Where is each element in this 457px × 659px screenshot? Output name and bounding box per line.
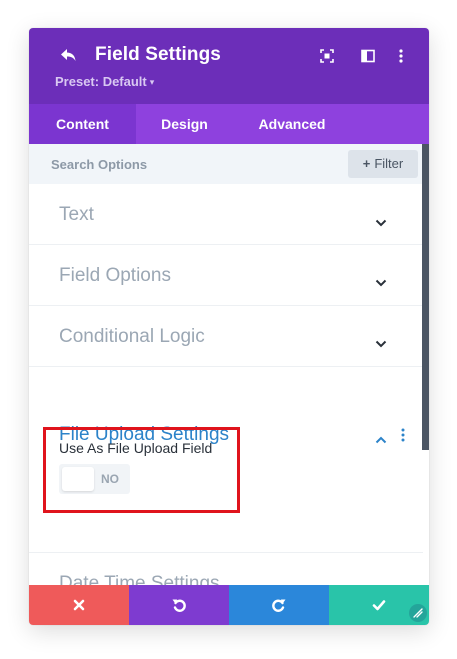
- redo-button[interactable]: [229, 585, 329, 625]
- section-title: Date Time Settings: [59, 573, 220, 585]
- redo-icon: [272, 599, 286, 612]
- tab-bar: Content Design Advanced: [29, 104, 429, 144]
- caret-down-icon: ▾: [149, 77, 155, 87]
- scrollbar[interactable]: [422, 144, 429, 450]
- toggle-knob: [62, 467, 94, 491]
- undo-icon: [172, 599, 186, 612]
- toggle-state: NO: [101, 472, 119, 486]
- search-bar: +Filter: [29, 144, 423, 184]
- tab-advanced[interactable]: Advanced: [233, 104, 351, 144]
- resize-icon: [413, 608, 423, 618]
- chevron-down-icon: [375, 335, 387, 348]
- section-title: Conditional Logic: [59, 326, 205, 347]
- modal-header: Field Settings Preset: Default ▾: [29, 28, 429, 104]
- chevron-down-icon: [375, 214, 387, 227]
- check-icon: [372, 600, 386, 611]
- section-conditional-logic[interactable]: Conditional Logic: [29, 306, 423, 367]
- section-date-time-settings[interactable]: Date Time Settings: [29, 553, 423, 585]
- chevron-down-icon: [375, 274, 387, 287]
- modal-title: Field Settings: [95, 44, 221, 65]
- tab-design[interactable]: Design: [136, 104, 233, 144]
- chevron-up-icon[interactable]: [375, 431, 387, 444]
- close-icon: [73, 599, 85, 611]
- more-vertical-icon[interactable]: [393, 48, 409, 64]
- filter-label: Filter: [374, 156, 404, 171]
- back-arrow-icon[interactable]: [57, 44, 81, 68]
- tab-content[interactable]: Content: [29, 104, 136, 144]
- preset-label: Preset: Default: [55, 74, 147, 89]
- resize-handle[interactable]: [409, 604, 427, 622]
- search-input[interactable]: [51, 152, 311, 176]
- more-vertical-icon[interactable]: [401, 428, 405, 442]
- section-field-options[interactable]: Field Options: [29, 245, 423, 306]
- section-title: Field Options: [59, 265, 171, 286]
- undo-button[interactable]: [129, 585, 229, 625]
- expand-icon[interactable]: [319, 48, 335, 64]
- sidebar-layout-icon[interactable]: [360, 48, 376, 64]
- file-upload-field-label: Use As File Upload Field: [59, 440, 213, 456]
- preset-dropdown[interactable]: Preset: Default ▾: [55, 74, 154, 89]
- discard-button[interactable]: [29, 585, 129, 625]
- field-settings-modal: Field Settings Preset: Default ▾ Content…: [29, 28, 429, 625]
- file-upload-toggle[interactable]: NO: [59, 464, 130, 494]
- modal-footer: [29, 585, 429, 625]
- filter-button[interactable]: + Filter: [348, 150, 418, 178]
- settings-body: +Filter Text Field Options Conditional L…: [29, 144, 429, 585]
- section-title: Text: [59, 204, 94, 225]
- section-text[interactable]: Text: [29, 184, 423, 245]
- plus-icon: +: [362, 156, 371, 171]
